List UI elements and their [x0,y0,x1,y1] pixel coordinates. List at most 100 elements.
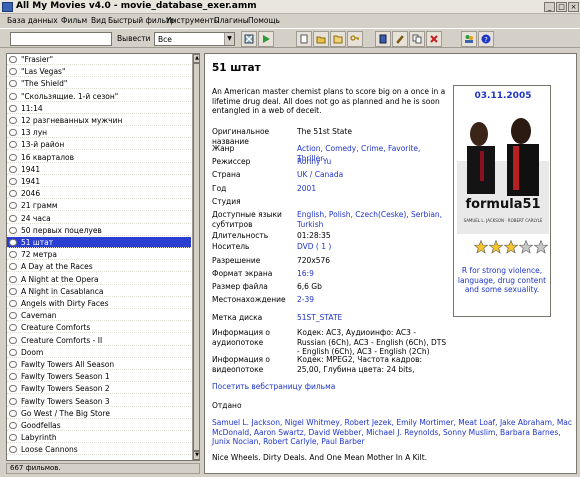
list-item[interactable]: Fawlty Towers All Season [7,359,191,370]
list-item[interactable]: "Las Vegas" [7,66,191,78]
expand-icon[interactable] [9,190,17,198]
expand-icon[interactable] [9,214,17,222]
list-item[interactable]: 72 метра [7,249,191,261]
field-value[interactable]: 2-39 [297,295,447,305]
list-item[interactable]: "Скользящие. 1-й сезон" [7,91,191,102]
expand-icon[interactable] [9,361,17,368]
list-item[interactable]: 13 лун [7,127,191,139]
clear-filter-button[interactable] [241,31,257,47]
expand-icon[interactable] [9,275,17,283]
expand-icon[interactable] [9,202,17,210]
expand-icon[interactable] [9,300,17,307]
filter-select[interactable]: Все ▼ [154,32,235,46]
expand-icon[interactable] [9,324,17,332]
field-value[interactable]: English, Polish, Czech(Ceske), Serbian, … [297,210,447,229]
list-item[interactable]: "The Shield" [7,78,191,90]
expand-icon[interactable] [9,348,17,356]
expand-icon[interactable] [9,422,17,429]
list-item[interactable]: Labyrinth [7,432,191,444]
people-button[interactable] [461,31,477,47]
star-filled-icon[interactable] [489,240,503,254]
movie-list[interactable]: ▲ ▼ "Frasier" "Las Vegas" "The Shield" "Ско… [6,53,200,461]
chevron-down-icon[interactable]: ▼ [224,33,234,45]
expand-icon[interactable] [9,312,17,320]
scroll-up-icon[interactable]: ▲ [193,54,199,63]
list-item[interactable]: A Night at the Opera [7,274,191,285]
expand-icon[interactable] [9,263,17,271]
help-button[interactable]: ? [478,31,494,47]
list-item[interactable]: Fawlty Towers Season 2 [7,383,191,395]
expand-icon[interactable] [9,117,17,124]
field-value[interactable]: 51ST_STATE [297,313,447,323]
list-item[interactable]: 11:14 [7,103,191,114]
new-button[interactable] [296,31,312,47]
expand-icon[interactable] [9,80,17,88]
expand-icon[interactable] [9,385,17,393]
expand-icon[interactable] [9,104,17,112]
list-item[interactable]: Go West / The Big Store [7,408,191,419]
expand-icon[interactable] [9,226,17,234]
field-value[interactable]: 2001 [297,184,447,194]
expand-icon[interactable] [9,434,17,442]
copy-button[interactable] [409,31,425,47]
expand-icon[interactable] [9,153,17,161]
cast-list[interactable]: Samuel L. Jackson, Nigel Whitmey, Robert… [212,418,572,447]
expand-icon[interactable] [9,165,17,173]
menu-plugins[interactable]: Плагины [214,16,249,25]
expand-icon[interactable] [9,129,17,137]
list-item[interactable]: Angels with Dirty Faces [7,298,191,309]
list-item[interactable]: 1941 [7,176,191,187]
expand-icon[interactable] [9,336,17,344]
list-item[interactable]: 13-й район [7,139,191,151]
list-item[interactable]: Creature Comforts - II [7,335,191,346]
star-filled-icon[interactable] [474,240,488,254]
list-item[interactable]: 50 первых поцелуев [7,225,191,236]
expand-icon[interactable] [9,92,17,100]
expand-icon[interactable] [9,287,17,295]
apply-label[interactable]: Вывести [117,34,150,43]
menu-movie[interactable]: Фильм [61,16,87,25]
expand-icon[interactable] [9,239,17,246]
catalog-button[interactable] [375,31,391,47]
expand-icon[interactable] [9,68,17,76]
expand-icon[interactable] [9,446,17,454]
list-item[interactable]: A Night in Casablanca [7,286,191,297]
star-empty-icon[interactable] [519,240,533,254]
list-item[interactable]: 2046 [7,188,191,200]
menu-tools[interactable]: Инструменты [166,16,220,25]
expand-icon[interactable] [9,141,17,149]
list-item[interactable]: "Frasier" [7,54,191,65]
delete-button[interactable] [426,31,442,47]
field-value[interactable]: 16:9 [297,269,447,279]
list-item[interactable]: Creature Comforts [7,322,191,334]
rating-stars[interactable] [474,240,550,258]
website-link[interactable]: Посетить вебстраницу фильма [212,382,335,391]
list-item[interactable]: Fawlty Towers Season 3 [7,396,191,407]
menu-database[interactable]: База данных [7,16,58,25]
expand-icon[interactable] [9,373,17,381]
lock-button[interactable] [347,31,363,47]
menu-help[interactable]: Помощь [248,16,280,25]
list-item[interactable]: Loose Cannons [7,444,191,456]
field-value[interactable]: UK / Canada [297,170,447,180]
expand-icon[interactable] [9,409,17,417]
list-item[interactable]: Goodfellas [7,420,191,431]
list-scrollbar[interactable]: ▲ ▼ [192,54,199,460]
list-item[interactable]: Doom [7,347,191,358]
scroll-down-icon[interactable]: ▼ [193,451,199,460]
list-item[interactable]: 16 кварталов [7,152,191,163]
expand-icon[interactable] [9,178,17,185]
field-value[interactable]: DVD ( 1 ) [297,242,447,252]
menu-view[interactable]: Вид [91,16,106,25]
field-value[interactable]: Ronny Yu [297,157,447,167]
star-filled-icon[interactable] [504,240,518,254]
list-item[interactable]: A Day at the Races [7,261,191,273]
apply-filter-button[interactable] [258,31,274,47]
edit-button[interactable] [392,31,408,47]
close-button[interactable]: × [568,2,579,12]
search-input[interactable] [10,32,112,46]
expand-icon[interactable] [9,56,17,63]
minimize-button[interactable]: _ [544,2,555,12]
scroll-thumb[interactable] [193,63,199,451]
list-item[interactable]: Fawlty Towers Season 1 [7,371,191,383]
